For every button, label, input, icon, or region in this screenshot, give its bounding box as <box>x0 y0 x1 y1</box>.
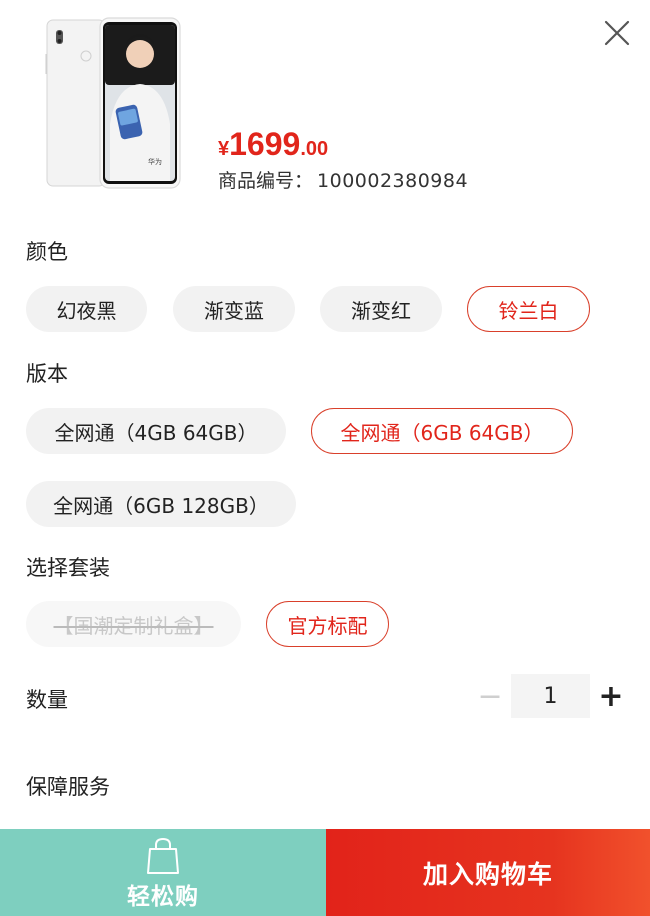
color-option-white[interactable]: 铃兰白 <box>467 286 590 332</box>
close-button[interactable] <box>600 16 634 50</box>
section-title-service: 保障服务 <box>26 775 110 799</box>
package-option-gift-box: 【国潮定制礼盒】 <box>26 601 241 647</box>
sku-label: 商品编号： <box>218 170 314 192</box>
sku-value: 100002380984 <box>317 170 469 192</box>
price: ¥1699.00 <box>218 126 328 163</box>
chip-label: 【国潮定制礼盒】 <box>53 613 214 638</box>
easy-buy-label: 轻松购 <box>127 883 199 910</box>
svg-text:华为: 华为 <box>148 157 162 166</box>
version-option-4gb-64gb[interactable]: 全网通（4GB 64GB） <box>26 408 286 454</box>
section-title-color: 颜色 <box>26 240 68 264</box>
color-option-black[interactable]: 幻夜黑 <box>26 286 147 332</box>
section-title-quantity: 数量 <box>26 688 68 712</box>
chip-label: 全网通（6GB 128GB） <box>53 493 269 518</box>
color-option-blue[interactable]: 渐变蓝 <box>173 286 295 332</box>
chip-label: 全网通（6GB 64GB） <box>340 420 544 445</box>
chip-label: 铃兰白 <box>498 298 559 323</box>
version-option-6gb-64gb[interactable]: 全网通（6GB 64GB） <box>311 408 573 454</box>
price-currency: ¥ <box>218 138 230 160</box>
price-integer: 1699 <box>229 126 301 162</box>
add-to-cart-button[interactable]: 加入购物车 <box>326 829 650 916</box>
price-decimal: .00 <box>300 138 329 160</box>
chip-label: 渐变蓝 <box>204 298 264 323</box>
quantity-increase-button[interactable]: + <box>598 676 624 716</box>
section-title-version: 版本 <box>26 362 68 386</box>
chip-label: 官方标配 <box>287 613 368 638</box>
shopping-bag-icon <box>147 837 179 874</box>
color-option-red[interactable]: 渐变红 <box>320 286 442 332</box>
chip-label: 渐变红 <box>351 298 411 323</box>
close-icon <box>604 20 630 46</box>
version-option-6gb-128gb[interactable]: 全网通（6GB 128GB） <box>26 481 296 527</box>
easy-buy-button[interactable]: 轻松购 <box>0 829 326 916</box>
product-image: 华为 <box>45 17 181 189</box>
quantity-input[interactable]: 1 <box>511 674 590 718</box>
chip-label: 全网通（4GB 64GB） <box>54 420 258 445</box>
chip-label: 幻夜黑 <box>56 298 117 323</box>
package-option-standard[interactable]: 官方标配 <box>266 601 389 647</box>
bottom-action-bar: 轻松购 加入购物车 <box>0 829 650 916</box>
section-title-package: 选择套装 <box>26 556 110 580</box>
quantity-decrease-button[interactable]: − <box>477 676 502 716</box>
sku-line: 商品编号： 100002380984 <box>218 166 468 193</box>
